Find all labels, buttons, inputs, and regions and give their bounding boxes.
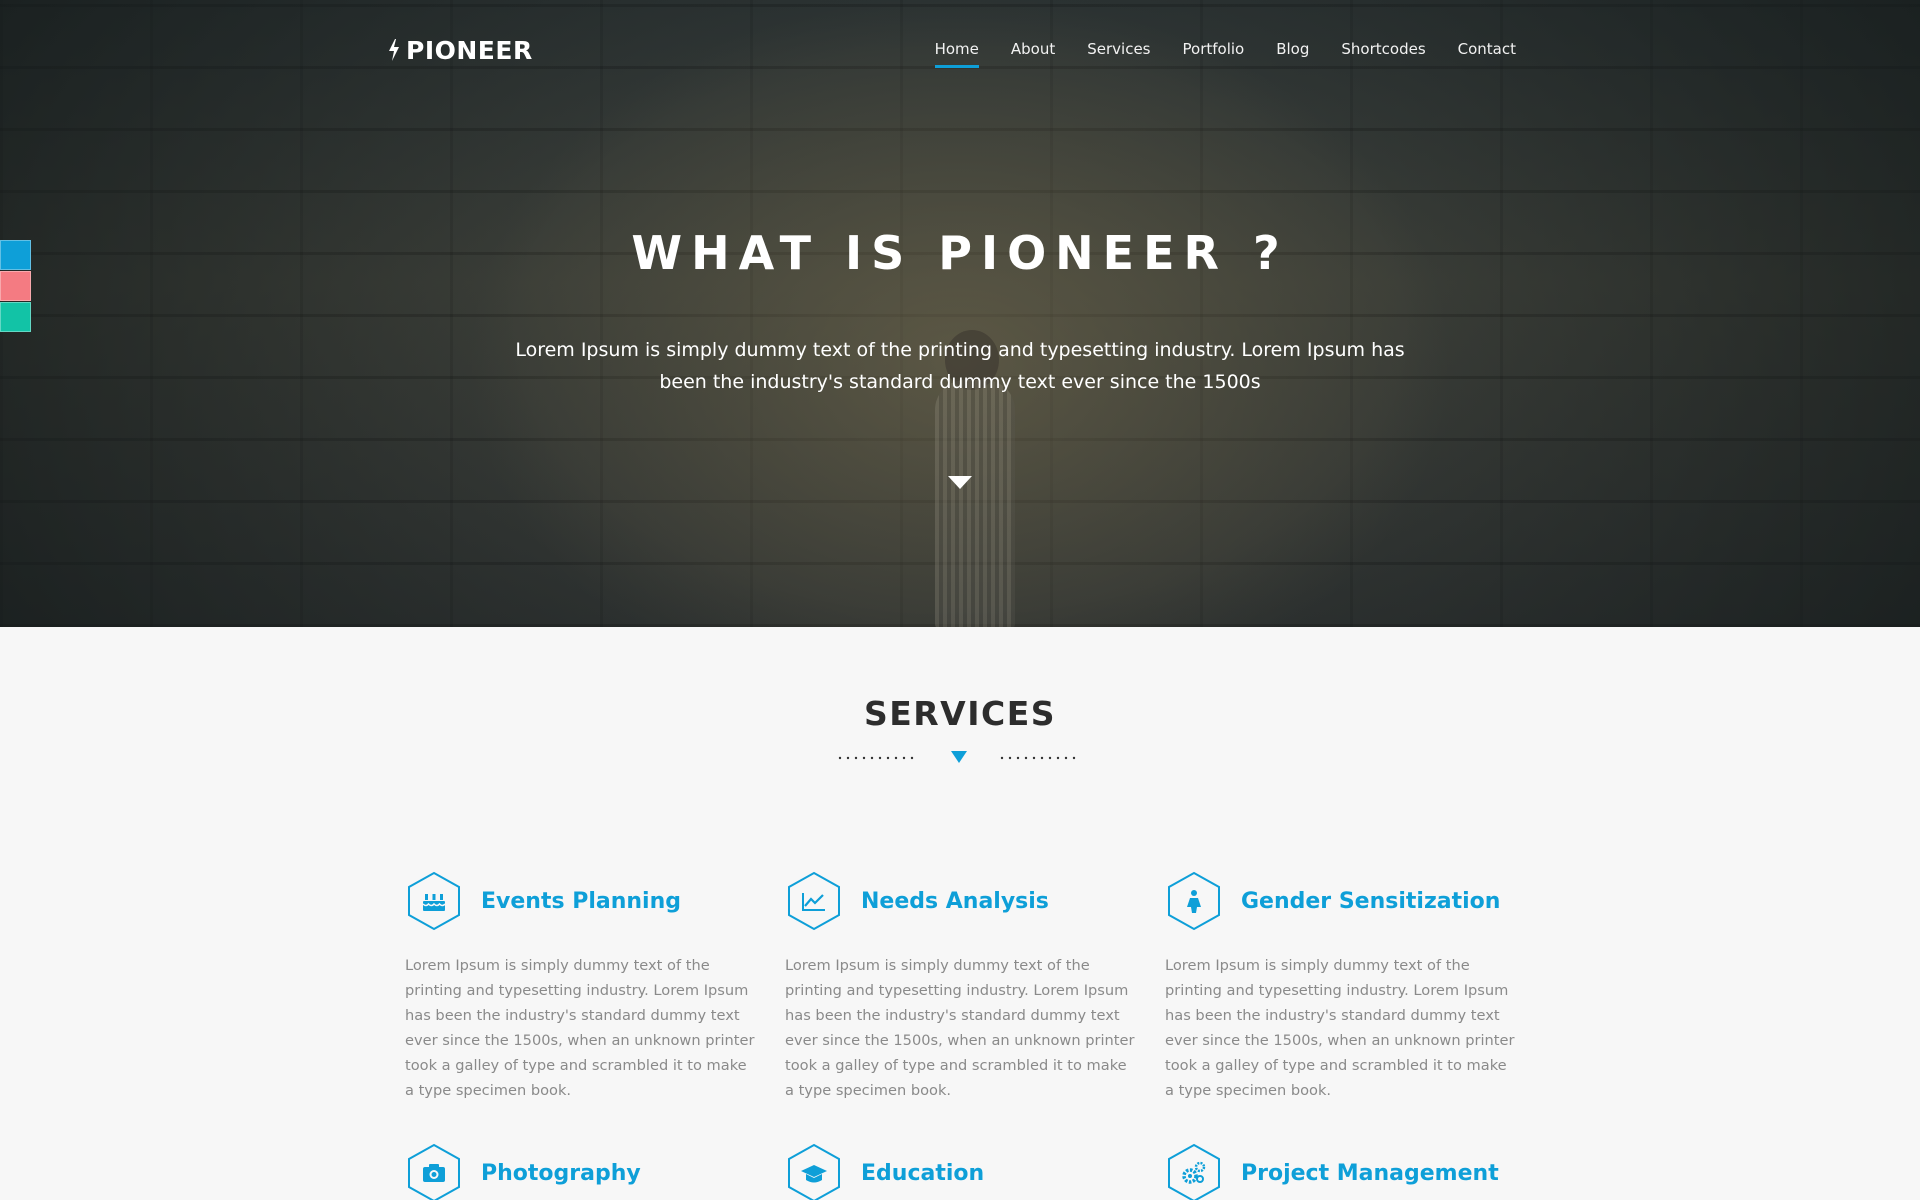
color-swatch-blue[interactable] xyxy=(0,240,31,270)
color-switcher xyxy=(0,240,31,333)
service-card-photography: Photography xyxy=(405,1143,765,1200)
service-title: Project Management xyxy=(1241,1160,1499,1186)
service-description: Lorem Ipsum is simply dummy text of the … xyxy=(405,957,755,1099)
nav-item-portfolio[interactable]: Portfolio xyxy=(1183,40,1245,68)
service-title: Education xyxy=(861,1160,985,1186)
person-icon xyxy=(1168,871,1220,931)
graduation-cap-icon xyxy=(788,1143,840,1200)
gears-icon xyxy=(1168,1143,1220,1200)
camera-icon xyxy=(408,1143,460,1200)
service-card-events-planning: Events Planning Lorem Ipsum is simply du… xyxy=(405,871,765,1103)
hero-description: Lorem Ipsum is simply dummy text of the … xyxy=(515,339,1405,393)
color-swatch-teal[interactable] xyxy=(0,302,31,332)
service-card-gender-sensitization: Gender Sensitization Lorem Ipsum is simp… xyxy=(1165,871,1525,1103)
nav-item-about[interactable]: About xyxy=(1011,40,1055,68)
service-title: Photography xyxy=(481,1160,641,1186)
section-divider xyxy=(838,751,1076,763)
hero-title: WHAT IS PIONEER ? xyxy=(631,226,1289,280)
lightning-bolt-icon xyxy=(389,39,399,61)
chevron-down-icon[interactable] xyxy=(948,476,972,490)
service-card-project-management: Project Management xyxy=(1165,1143,1525,1200)
nav-item-home[interactable]: Home xyxy=(934,40,980,68)
service-description: Lorem Ipsum is simply dummy text of the … xyxy=(1165,957,1515,1099)
service-card-education: Education xyxy=(785,1143,1145,1200)
main-nav: Home About Services Portfolio Blog Short… xyxy=(903,40,1516,68)
service-title: Needs Analysis xyxy=(861,888,1049,914)
brand-name: PIONEER xyxy=(406,35,533,65)
service-card-needs-analysis: Needs Analysis Lorem Ipsum is simply dum… xyxy=(785,871,1145,1103)
cake-icon xyxy=(408,871,460,931)
nav-item-services[interactable]: Services xyxy=(1087,40,1150,68)
services-title: SERVICES xyxy=(863,694,1057,733)
color-swatch-pink[interactable] xyxy=(0,271,31,301)
nav-item-blog[interactable]: Blog xyxy=(1276,40,1309,68)
hero-overlay xyxy=(0,0,1920,627)
nav-item-contact[interactable]: Contact xyxy=(1458,40,1516,68)
service-title: Gender Sensitization xyxy=(1241,888,1501,914)
service-description: Lorem Ipsum is simply dummy text of the … xyxy=(785,957,1135,1099)
nav-item-shortcodes[interactable]: Shortcodes xyxy=(1341,40,1425,68)
chart-line-icon xyxy=(788,871,840,931)
hero-section: PIONEER Home About Services Portfolio Bl… xyxy=(0,0,1920,627)
service-title: Events Planning xyxy=(481,888,682,914)
brand-logo[interactable]: PIONEER xyxy=(388,34,533,66)
